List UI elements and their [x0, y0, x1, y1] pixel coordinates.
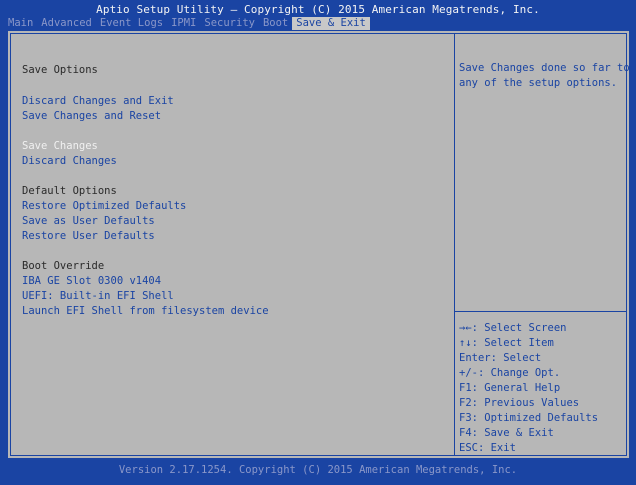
restore-optimized-defaults[interactable]: Restore Optimized Defaults [22, 200, 186, 213]
boot-override-uefi-shell[interactable]: UEFI: Built-in EFI Shell [22, 290, 174, 303]
vertical-divider [454, 34, 455, 455]
help-text-line-2: any of the setup options. [459, 77, 618, 89]
key-hint-change-opt: +/-: Change Opt. [459, 367, 561, 379]
window-title: Aptio Setup Utility – Copyright (C) 2015… [96, 3, 540, 16]
section-boot-override: Boot Override [22, 260, 105, 272]
boot-override-iba-ge[interactable]: IBA GE Slot 0300 v1404 [22, 275, 161, 288]
save-changes-and-reset[interactable]: Save Changes and Reset [22, 110, 161, 123]
launch-efi-shell[interactable]: Launch EFI Shell from filesystem device [22, 305, 269, 318]
tab-boot[interactable]: Boot [259, 17, 292, 30]
discard-changes-and-exit[interactable]: Discard Changes and Exit [22, 95, 174, 108]
save-changes-selected[interactable]: Save Changes [22, 140, 98, 153]
tab-ipmi[interactable]: IPMI [167, 17, 200, 30]
panel-border: Save Options Discard Changes and Exit Sa… [10, 33, 630, 456]
save-as-user-defaults[interactable]: Save as User Defaults [22, 215, 155, 228]
key-hint-f4: F4: Save & Exit [459, 427, 554, 439]
horizontal-divider [454, 311, 626, 312]
restore-user-defaults[interactable]: Restore User Defaults [22, 230, 155, 243]
tab-advanced[interactable]: Advanced [37, 17, 96, 30]
footer-bar: Version 2.17.1254. Copyright (C) 2015 Am… [0, 459, 636, 485]
tab-main[interactable]: Main [4, 17, 37, 30]
main-panel: Save Options Discard Changes and Exit Sa… [7, 30, 630, 459]
tab-save-exit[interactable]: Save & Exit [292, 17, 370, 30]
key-hint-select-item: ↑↓: Select Item [459, 337, 554, 349]
key-hint-esc: ESC: Exit [459, 442, 516, 454]
key-hint-f3: F3: Optimized Defaults [459, 412, 599, 424]
footer-version: Version 2.17.1254. Copyright (C) 2015 Am… [118, 464, 518, 476]
help-text-line-1: Save Changes done so far to [459, 62, 630, 74]
key-hint-f1: F1: General Help [459, 382, 561, 394]
title-bar: Aptio Setup Utility – Copyright (C) 2015… [0, 0, 636, 30]
section-default-options: Default Options [22, 185, 117, 197]
key-hint-select-screen: →←: Select Screen [459, 322, 567, 334]
key-hint-f2: F2: Previous Values [459, 397, 580, 409]
tab-event-logs[interactable]: Event Logs [96, 17, 167, 30]
tab-bar: Main Advanced Event Logs IPMI Security B… [4, 17, 370, 30]
key-hint-enter: Enter: Select [459, 352, 542, 364]
tab-security[interactable]: Security [200, 17, 259, 30]
section-save-options: Save Options [22, 64, 98, 76]
discard-changes[interactable]: Discard Changes [22, 155, 117, 168]
